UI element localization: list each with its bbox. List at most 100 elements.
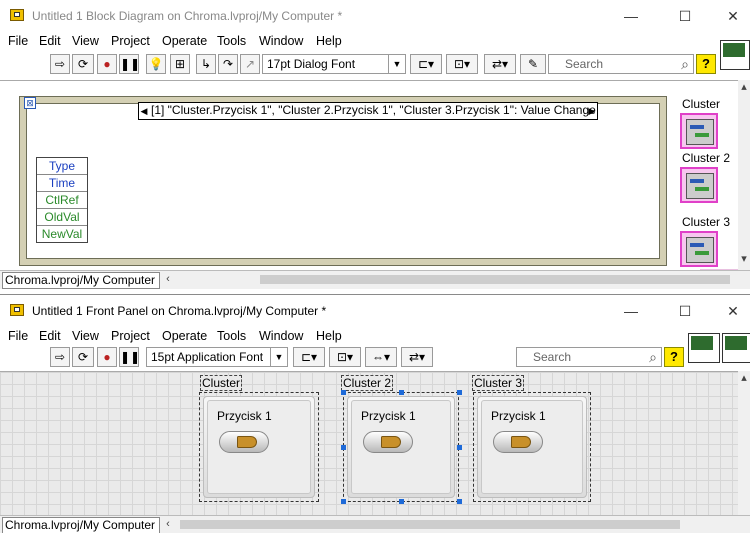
horizontal-scrollbar[interactable]: ‹: [160, 517, 738, 532]
title-bar[interactable]: Untitled 1 Block Diagram on Chroma.lvpro…: [0, 0, 750, 32]
run-continuously-icon[interactable]: ⟳: [72, 347, 94, 367]
data-node-ctlref[interactable]: CtlRef: [37, 192, 87, 209]
selection-handle[interactable]: [457, 499, 462, 504]
boolean-button[interactable]: [363, 431, 413, 453]
selection-handle[interactable]: [399, 390, 404, 395]
run-arrow-icon[interactable]: ⇨: [50, 347, 70, 367]
resize-objects-icon[interactable]: ⇔▾: [365, 347, 397, 367]
cluster-2-label[interactable]: Cluster 2: [341, 375, 394, 391]
cluster-3-terminal-icon[interactable]: [680, 231, 718, 267]
menu-tools[interactable]: Tools: [217, 329, 246, 343]
run-arrow-icon[interactable]: ⇨: [50, 54, 70, 74]
connector-pane-icon[interactable]: [688, 333, 720, 363]
menu-project[interactable]: Project: [111, 34, 150, 48]
selection-handle[interactable]: [341, 390, 346, 395]
run-continuously-icon[interactable]: ⟳: [72, 54, 94, 74]
minimize-button[interactable]: —: [616, 4, 646, 28]
cluster-control[interactable]: Przycisk 1: [199, 392, 319, 502]
vertical-scrollbar[interactable]: ▴ ▾: [738, 80, 750, 270]
cluster-2-control[interactable]: Przycisk 1: [343, 392, 459, 502]
scroll-thumb[interactable]: [180, 520, 680, 529]
menu-view[interactable]: View: [72, 329, 99, 343]
cluster-label[interactable]: Cluster: [200, 375, 243, 391]
maximize-button[interactable]: ☐: [670, 299, 700, 323]
scroll-left-icon[interactable]: ‹: [162, 517, 174, 532]
cluster-3-label[interactable]: Cluster 3: [472, 375, 525, 391]
menu-edit[interactable]: Edit: [39, 329, 61, 343]
data-node-time[interactable]: Time: [37, 175, 87, 192]
context-help-button[interactable]: ?: [664, 347, 684, 367]
maximize-button[interactable]: ☐: [670, 4, 700, 28]
scroll-down-icon[interactable]: ▾: [738, 252, 750, 267]
distribute-objects-icon[interactable]: ⊡▾: [329, 347, 361, 367]
pause-icon[interactable]: ❚❚: [119, 54, 140, 74]
menu-help[interactable]: Help: [316, 34, 342, 48]
retain-wire-values-icon[interactable]: ⊞: [170, 54, 190, 74]
data-node-newval[interactable]: NewVal: [37, 226, 87, 242]
step-into-icon[interactable]: ↳: [196, 54, 216, 74]
event-structure[interactable]: ⊠ ◀ [1] "Cluster.Przycisk 1", "Cluster 2…: [19, 96, 667, 266]
clean-up-diagram-icon[interactable]: ✎: [520, 54, 546, 74]
event-timeout-terminal[interactable]: ⊠: [24, 97, 36, 109]
scroll-thumb[interactable]: [260, 275, 730, 284]
abort-icon[interactable]: ●: [97, 347, 117, 367]
toolbar: ⇨ ⟳ ● ❚❚ 15pt Application Font ▼ ⊏▾ ⊡▾ ⇔…: [0, 345, 750, 371]
step-over-icon[interactable]: ↷: [218, 54, 238, 74]
boolean-button[interactable]: [493, 431, 543, 453]
data-node-type[interactable]: Type: [37, 158, 87, 175]
menu-file[interactable]: File: [8, 34, 28, 48]
minimize-button[interactable]: —: [616, 299, 646, 323]
menu-file[interactable]: File: [8, 329, 28, 343]
menu-operate[interactable]: Operate: [162, 34, 207, 48]
menu-tools[interactable]: Tools: [217, 34, 246, 48]
cluster-3-control[interactable]: Przycisk 1: [473, 392, 591, 502]
next-case-icon[interactable]: ▶: [587, 103, 597, 119]
pause-icon[interactable]: ❚❚: [119, 347, 140, 367]
horizontal-scrollbar[interactable]: ‹: [160, 272, 738, 287]
vi-icon[interactable]: [722, 333, 750, 363]
abort-icon[interactable]: ●: [97, 54, 117, 74]
selection-handle[interactable]: [341, 445, 346, 450]
reorder-icon[interactable]: ⇄▾: [401, 347, 433, 367]
close-button[interactable]: ✕: [718, 4, 748, 28]
align-objects-icon[interactable]: ⊏▾: [410, 54, 442, 74]
scroll-up-icon[interactable]: ▴: [738, 371, 750, 386]
front-panel-canvas[interactable]: Cluster Przycisk 1 Cluster 2 Przycisk 1 …: [0, 371, 750, 518]
menu-edit[interactable]: Edit: [39, 34, 61, 48]
selection-handle[interactable]: [457, 390, 462, 395]
menu-window[interactable]: Window: [259, 34, 303, 48]
menu-operate[interactable]: Operate: [162, 329, 207, 343]
menu-help[interactable]: Help: [316, 329, 342, 343]
context-help-button[interactable]: ?: [696, 54, 716, 74]
step-out-icon[interactable]: ↗: [240, 54, 260, 74]
scroll-left-icon[interactable]: ‹: [162, 272, 174, 287]
reorder-icon[interactable]: ⇄▾: [484, 54, 516, 74]
selection-handle[interactable]: [399, 499, 404, 504]
search-input[interactable]: Search ⌕: [516, 347, 662, 367]
cluster-terminal-icon[interactable]: [680, 113, 718, 149]
menu-project[interactable]: Project: [111, 329, 150, 343]
selection-handle[interactable]: [457, 445, 462, 450]
vertical-scrollbar[interactable]: ▴: [738, 371, 750, 517]
data-node-oldval[interactable]: OldVal: [37, 209, 87, 226]
block-diagram-canvas[interactable]: ⊠ ◀ [1] "Cluster.Przycisk 1", "Cluster 2…: [0, 80, 750, 271]
font-select[interactable]: 15pt Application Font ▼: [146, 347, 288, 367]
boolean-button[interactable]: [219, 431, 269, 453]
event-data-node[interactable]: Type Time CtlRef OldVal NewVal: [36, 157, 88, 243]
close-button[interactable]: ✕: [718, 299, 748, 323]
vi-icon[interactable]: [720, 40, 750, 70]
menu-view[interactable]: View: [72, 34, 99, 48]
title-bar[interactable]: Untitled 1 Front Panel on Chroma.lvproj/…: [0, 295, 750, 327]
scroll-up-icon[interactable]: ▴: [738, 80, 750, 95]
cluster-2-terminal-icon[interactable]: [680, 167, 718, 203]
align-objects-icon[interactable]: ⊏▾: [293, 347, 325, 367]
selection-handle[interactable]: [341, 499, 346, 504]
distribute-objects-icon[interactable]: ⊡▾: [446, 54, 478, 74]
menu-window[interactable]: Window: [259, 329, 303, 343]
block-diagram-window: Untitled 1 Block Diagram on Chroma.lvpro…: [0, 0, 750, 290]
search-input[interactable]: Search ⌕: [548, 54, 694, 74]
event-case-selector[interactable]: ◀ [1] "Cluster.Przycisk 1", "Cluster 2.P…: [138, 102, 598, 120]
highlight-execution-icon[interactable]: 💡: [146, 54, 166, 74]
previous-case-icon[interactable]: ◀: [139, 103, 149, 119]
font-select[interactable]: 17pt Dialog Font ▼: [262, 54, 406, 74]
